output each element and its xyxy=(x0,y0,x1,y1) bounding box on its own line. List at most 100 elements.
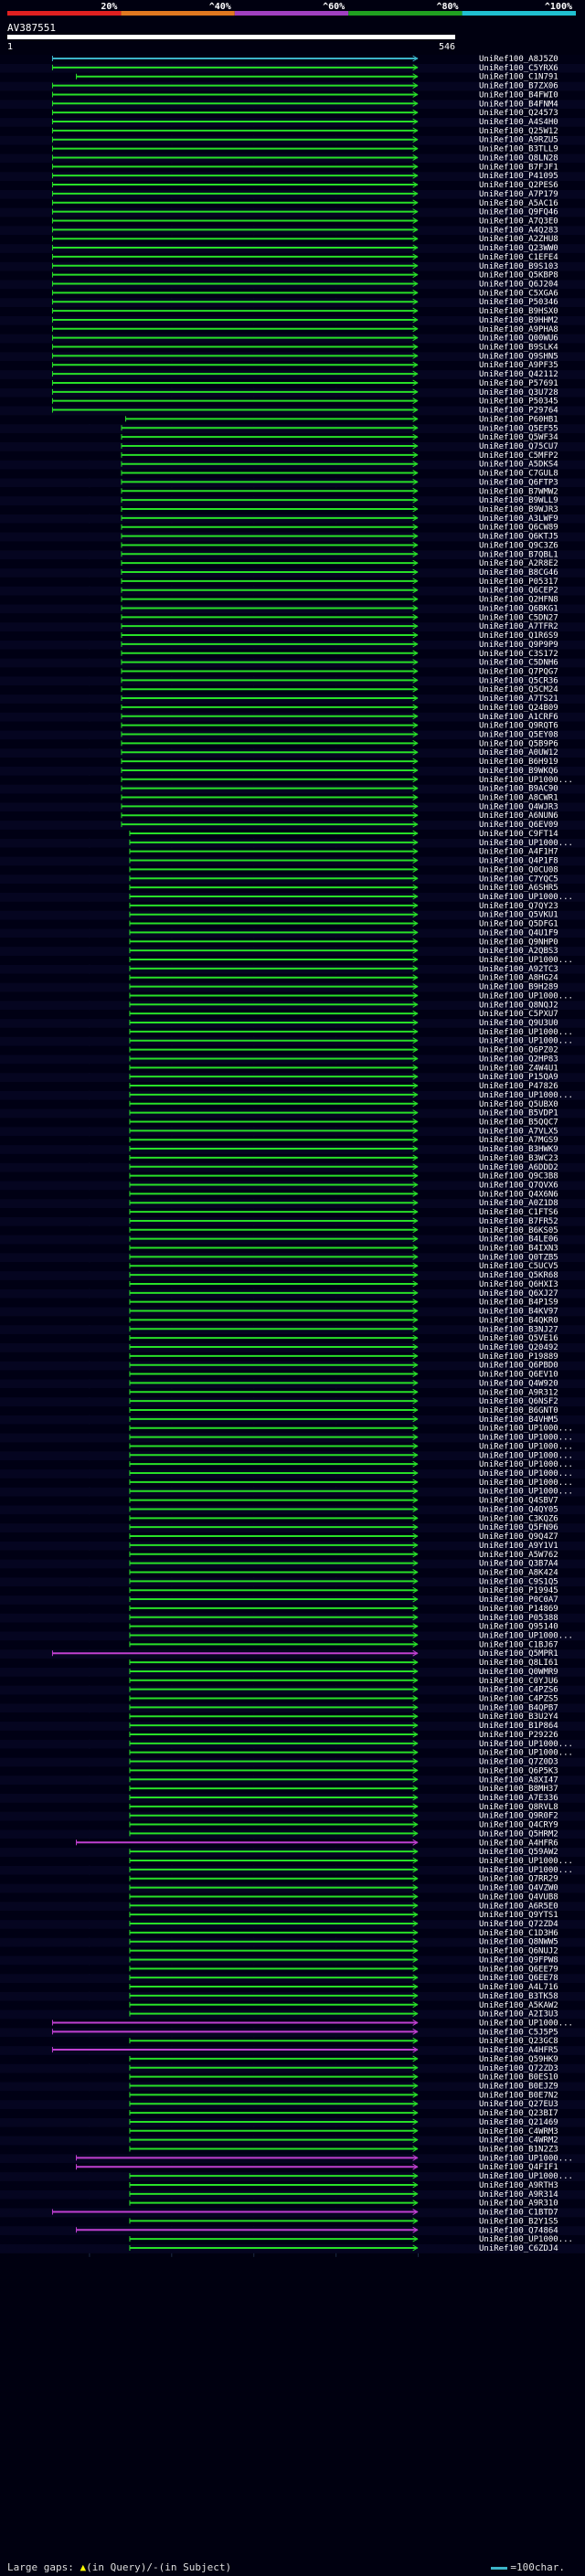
hit-label[interactable]: UniRef100_B9WKQ6 xyxy=(479,767,558,776)
hit-label[interactable]: UniRef100_B0ES10 xyxy=(479,2073,558,2083)
hit-label[interactable]: UniRef100_Q25W12 xyxy=(479,127,558,136)
hit-label[interactable]: UniRef100_UP1000... xyxy=(479,1488,573,1497)
hit-label[interactable]: UniRef100_B9H289 xyxy=(479,983,558,992)
hit-label[interactable]: UniRef100_C1BTD7 xyxy=(479,2209,558,2218)
hit-label[interactable]: UniRef100_C0YJU6 xyxy=(479,1677,558,1686)
hit-label[interactable]: UniRef100_Q4W920 xyxy=(479,1379,558,1388)
hit-label[interactable]: UniRef100_Q3U728 xyxy=(479,388,558,398)
hit-label[interactable]: UniRef100_A8XI47 xyxy=(479,1776,558,1785)
hit-label[interactable]: UniRef100_B0E7N2 xyxy=(479,2091,558,2100)
hit-label[interactable]: UniRef100_Q6CEP2 xyxy=(479,587,558,596)
hit-label[interactable]: UniRef100_B2Y1S5 xyxy=(479,2217,558,2226)
hit-label[interactable]: UniRef100_Q6EE79 xyxy=(479,1965,558,1974)
hit-label[interactable]: UniRef100_Q27EU3 xyxy=(479,2100,558,2109)
hit-label[interactable]: UniRef100_B4KV97 xyxy=(479,1308,558,1317)
hit-label[interactable]: UniRef100_Q72ZD3 xyxy=(479,2064,558,2073)
hit-label[interactable]: UniRef100_UP1000... xyxy=(479,1028,573,1037)
hit-label[interactable]: UniRef100_Q8NWW5 xyxy=(479,1938,558,1947)
hit-label[interactable]: UniRef100_Q8LI61 xyxy=(479,1659,558,1668)
hit-label[interactable]: UniRef100_C3S172 xyxy=(479,650,558,659)
hit-label[interactable]: UniRef100_Q6BKG1 xyxy=(479,604,558,613)
hit-label[interactable]: UniRef100_C4PZS5 xyxy=(479,1695,558,1704)
hit-label[interactable]: UniRef100_C9FT14 xyxy=(479,830,558,839)
hit-label[interactable]: UniRef100_B5QQC7 xyxy=(479,1118,558,1127)
hit-label[interactable]: UniRef100_Q7QVX6 xyxy=(479,1182,558,1191)
hit-label[interactable]: UniRef100_A9PHA8 xyxy=(479,325,558,334)
hit-label[interactable]: UniRef100_P0C0A7 xyxy=(479,1595,558,1605)
hit-label[interactable]: UniRef100_A92TC3 xyxy=(479,965,558,974)
hit-label[interactable]: UniRef100_A7Q3E0 xyxy=(479,217,558,226)
hit-label[interactable]: UniRef100_P05317 xyxy=(479,578,558,587)
hit-label[interactable]: UniRef100_Q3B7A4 xyxy=(479,1560,558,1569)
hit-label[interactable]: UniRef100_B9SLK4 xyxy=(479,344,558,353)
hit-label[interactable]: UniRef100_B4FNM4 xyxy=(479,100,558,109)
hit-label[interactable]: UniRef100_B6GNT0 xyxy=(479,1406,558,1415)
hit-label[interactable]: UniRef100_Q5MPR1 xyxy=(479,1649,558,1659)
hit-label[interactable]: UniRef100_Q9Q4Z7 xyxy=(479,1532,558,1542)
hit-label[interactable]: UniRef100_B7QBL1 xyxy=(479,550,558,559)
hit-label[interactable]: UniRef100_C5MFP2 xyxy=(479,451,558,461)
hit-label[interactable]: UniRef100_UP1000... xyxy=(479,1037,573,1046)
hit-label[interactable]: UniRef100_UP1000... xyxy=(479,1749,573,1758)
hit-label[interactable]: UniRef100_Q4VUB8 xyxy=(479,1892,558,1902)
hit-label[interactable]: UniRef100_C1N791 xyxy=(479,73,558,82)
hit-label[interactable]: UniRef100_B3TLL9 xyxy=(479,145,558,154)
hit-label[interactable]: UniRef100_A9R314 xyxy=(479,2190,558,2200)
hit-label[interactable]: UniRef100_Q59AW2 xyxy=(479,1848,558,1857)
hit-label[interactable]: UniRef100_UP1000... xyxy=(479,1866,573,1875)
hit-label[interactable]: UniRef100_Q6EE78 xyxy=(479,1974,558,1983)
hit-label[interactable]: UniRef100_UP1000... xyxy=(479,1857,573,1866)
hit-label[interactable]: UniRef100_Q23BI7 xyxy=(479,2109,558,2118)
hit-label[interactable]: UniRef100_Q9C3B8 xyxy=(479,1172,558,1182)
hit-label[interactable]: UniRef100_Q6HXI3 xyxy=(479,1280,558,1289)
hit-label[interactable]: UniRef100_B1P864 xyxy=(479,1722,558,1731)
hit-label[interactable]: UniRef100_Q7Z0D3 xyxy=(479,1758,558,1767)
hit-label[interactable]: UniRef100_Q2HFN8 xyxy=(479,596,558,605)
hit-label[interactable]: UniRef100_P41095 xyxy=(479,172,558,181)
hit-label[interactable]: UniRef100_Q8NQJ2 xyxy=(479,1001,558,1010)
hit-label[interactable]: UniRef100_Q4WJR3 xyxy=(479,802,558,811)
hit-label[interactable]: UniRef100_P29226 xyxy=(479,1731,558,1740)
hit-label[interactable]: UniRef100_Q9R0F2 xyxy=(479,1812,558,1821)
hit-label[interactable]: UniRef100_A6DDD2 xyxy=(479,1163,558,1172)
hit-label[interactable]: UniRef100_C5DN27 xyxy=(479,613,558,622)
hit-label[interactable]: UniRef100_A7TS21 xyxy=(479,694,558,704)
hit-label[interactable]: UniRef100_Q00WU6 xyxy=(479,334,558,344)
hit-label[interactable]: UniRef100_P15QA9 xyxy=(479,1073,558,1082)
hit-label[interactable]: UniRef100_Q23WW0 xyxy=(479,244,558,253)
hit-label[interactable]: UniRef100_A5DKS4 xyxy=(479,461,558,470)
hit-label[interactable]: UniRef100_UP1000... xyxy=(479,776,573,785)
hit-label[interactable]: UniRef100_UP1000... xyxy=(479,1469,573,1479)
hit-label[interactable]: UniRef100_Q7PQG7 xyxy=(479,667,558,676)
hit-label[interactable]: UniRef100_B3WC23 xyxy=(479,1154,558,1163)
hit-label[interactable]: UniRef100_B9HHM2 xyxy=(479,316,558,325)
hit-label[interactable]: UniRef100_Q4FIF1 xyxy=(479,2163,558,2172)
hit-label[interactable]: UniRef100_P50345 xyxy=(479,398,558,407)
hit-label[interactable]: UniRef100_C5DNH6 xyxy=(479,659,558,668)
hit-label[interactable]: UniRef100_Q6XJ27 xyxy=(479,1289,558,1299)
hit-label[interactable]: UniRef100_B9S103 xyxy=(479,262,558,271)
hit-label[interactable]: UniRef100_B3NJ27 xyxy=(479,1325,558,1334)
hit-label[interactable]: UniRef100_Q4SBV7 xyxy=(479,1497,558,1506)
hit-label[interactable]: UniRef100_Q0WMR9 xyxy=(479,1668,558,1677)
hit-label[interactable]: UniRef100_UP1000... xyxy=(479,1451,573,1460)
hit-label[interactable]: UniRef100_UP1000... xyxy=(479,2172,573,2181)
hit-label[interactable]: UniRef100_Q9SHN5 xyxy=(479,352,558,361)
hit-label[interactable]: UniRef100_UP1000... xyxy=(479,2019,573,2028)
hit-label[interactable]: UniRef100_Q72ZD4 xyxy=(479,1920,558,1929)
hit-label[interactable]: UniRef100_B4LE06 xyxy=(479,1235,558,1245)
hit-label[interactable]: UniRef100_B1N2Z3 xyxy=(479,2146,558,2155)
hit-label[interactable]: UniRef100_C7GUL8 xyxy=(479,470,558,479)
hit-label[interactable]: UniRef100_A8J5Z0 xyxy=(479,55,558,64)
hit-label[interactable]: UniRef100_C4WRM3 xyxy=(479,2127,558,2136)
hit-label[interactable]: UniRef100_B5VDP1 xyxy=(479,1109,558,1118)
hit-label[interactable]: UniRef100_UP1000... xyxy=(479,839,573,848)
hit-label[interactable]: UniRef100_Q5EY08 xyxy=(479,731,558,740)
hit-label[interactable]: UniRef100_UP1000... xyxy=(479,956,573,965)
hit-label[interactable]: UniRef100_B3U2Y4 xyxy=(479,1712,558,1722)
hit-label[interactable]: UniRef100_Q9U3U0 xyxy=(479,1019,558,1028)
hit-label[interactable]: UniRef100_P05388 xyxy=(479,1614,558,1623)
hit-label[interactable]: UniRef100_A0Z1D8 xyxy=(479,1199,558,1208)
hit-label[interactable]: UniRef100_B4P1S9 xyxy=(479,1299,558,1308)
hit-label[interactable]: UniRef100_B9WJR3 xyxy=(479,505,558,514)
